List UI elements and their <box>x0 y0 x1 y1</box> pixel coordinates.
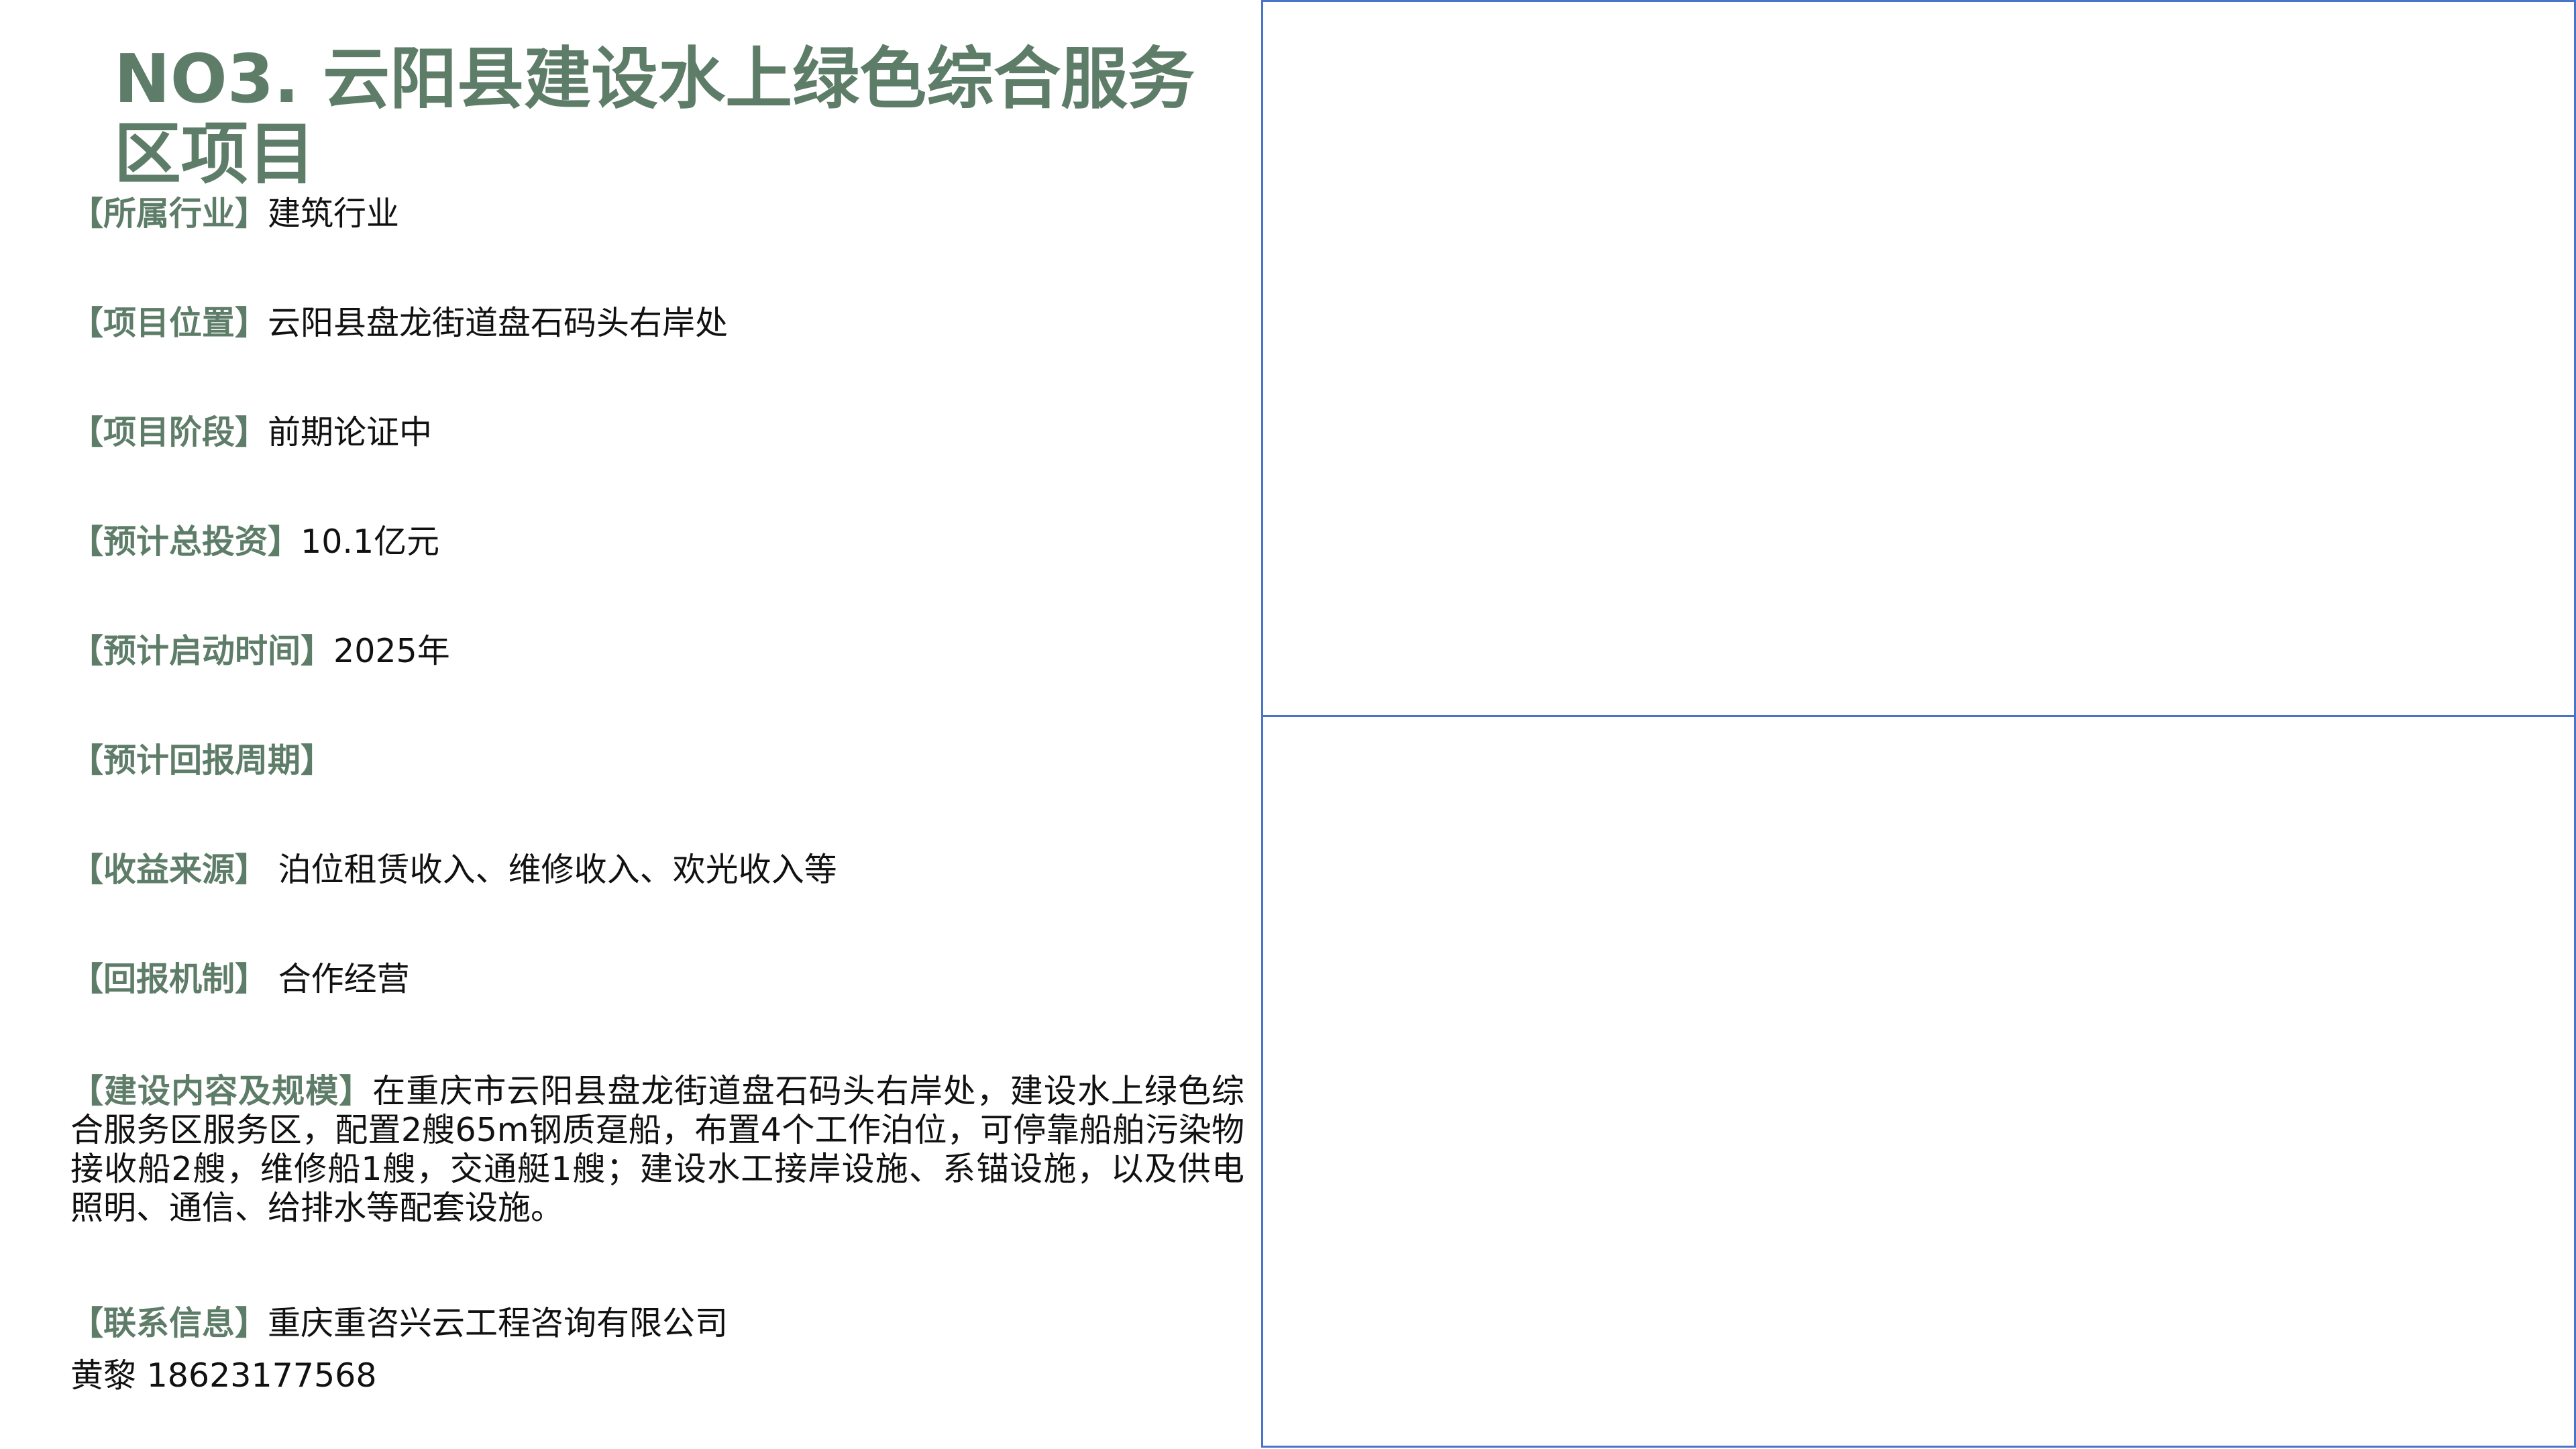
revenue-source-label: 【收益来源】 <box>70 851 268 889</box>
location-label: 【项目位置】 <box>70 304 268 342</box>
revenue-source-field: 【收益来源】 泊位租赁收入、维修收入、欢光收入等 <box>70 851 837 890</box>
content-scale-label: 【建设内容及规模】 <box>70 1072 373 1110</box>
return-mechanism-value: 合作经营 <box>268 960 410 998</box>
image-placeholder-bottom <box>1261 715 2576 1448</box>
start-time-value: 2025年 <box>333 632 450 670</box>
stage-value: 前期论证中 <box>268 413 433 451</box>
revenue-source-value: 泊位租赁收入、维修收入、欢光收入等 <box>268 851 837 889</box>
start-time-field: 【预计启动时间】2025年 <box>70 632 450 671</box>
contact-label: 【联系信息】 <box>70 1304 268 1342</box>
start-time-label: 【预计启动时间】 <box>70 632 334 670</box>
image-placeholder-top <box>1261 0 2576 717</box>
contact-company: 重庆重咨兴云工程咨询有限公司 <box>268 1304 729 1342</box>
content-scale-field: 【建设内容及规模】在重庆市云阳县盘龙街道盘石码头右岸处，建设水上绿色综合服务区服… <box>70 1072 1244 1228</box>
contact-field: 【联系信息】重庆重咨兴云工程咨询有限公司 <box>70 1304 728 1343</box>
investment-value: 10.1亿元 <box>301 523 440 561</box>
location-value: 云阳县盘龙街道盘石码头右岸处 <box>268 304 729 342</box>
stage-label: 【项目阶段】 <box>70 413 268 451</box>
stage-field: 【项目阶段】前期论证中 <box>70 413 432 452</box>
payback-period-field: 【预计回报周期】 <box>70 741 333 780</box>
investment-field: 【预计总投资】10.1亿元 <box>70 523 439 561</box>
project-info-page: NO3. 云阳县建设水上绿色综合服务区项目 【所属行业】建筑行业 【项目位置】云… <box>0 0 2576 1449</box>
payback-period-label: 【预计回报周期】 <box>70 741 334 780</box>
return-mechanism-field: 【回报机制】 合作经营 <box>70 960 410 999</box>
industry-value: 建筑行业 <box>268 195 400 233</box>
page-title: NO3. 云阳县建设水上绿色综合服务区项目 <box>114 40 1195 193</box>
industry-label: 【所属行业】 <box>70 195 268 233</box>
location-field: 【项目位置】云阳县盘龙街道盘石码头右岸处 <box>70 304 728 343</box>
contact-person: 黄黎 18623177568 <box>70 1356 377 1395</box>
return-mechanism-label: 【回报机制】 <box>70 960 268 998</box>
industry-field: 【所属行业】建筑行业 <box>70 195 399 233</box>
investment-label: 【预计总投资】 <box>70 523 301 561</box>
